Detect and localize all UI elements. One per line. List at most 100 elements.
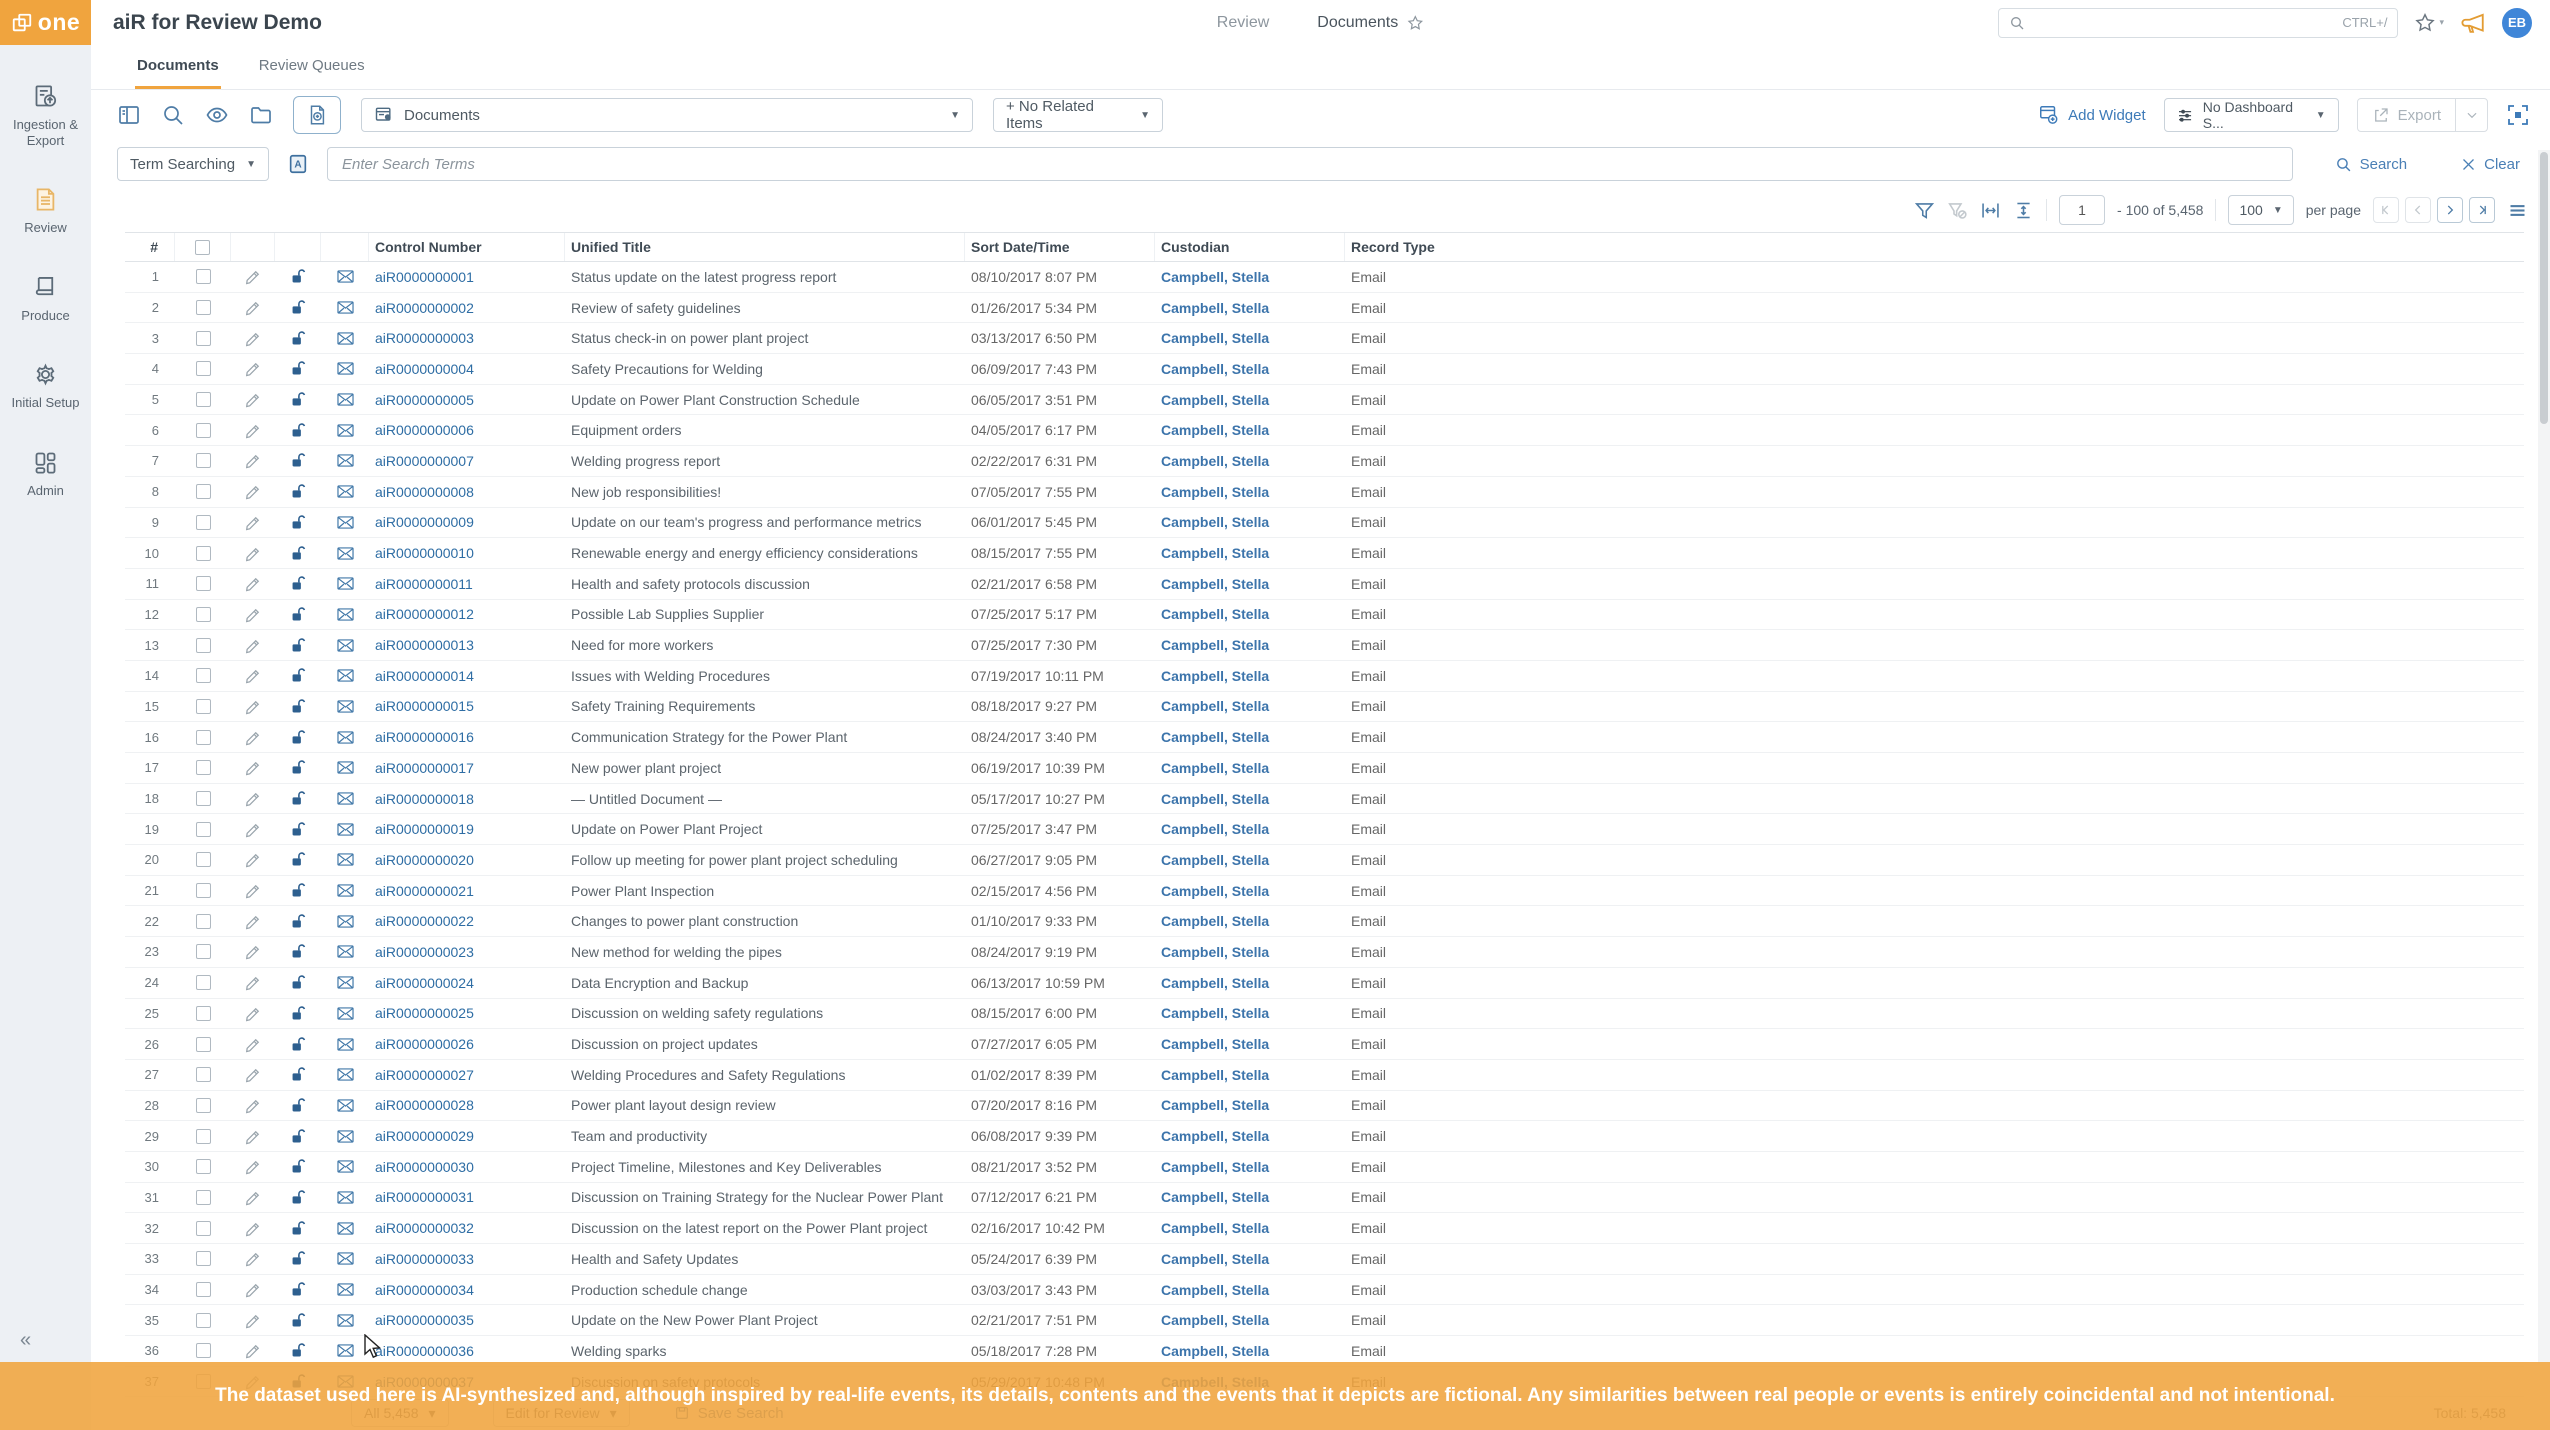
- edit-icon[interactable]: [244, 912, 263, 931]
- table-row[interactable]: 17 aiR0000000017 New power plant project…: [125, 753, 2524, 784]
- unlock-icon[interactable]: [289, 636, 308, 655]
- unlock-icon[interactable]: [289, 1188, 308, 1207]
- unlock-icon[interactable]: [289, 421, 308, 440]
- row-checkbox[interactable]: [196, 699, 211, 714]
- collapse-sidebar-button[interactable]: «: [0, 1329, 91, 1352]
- custodian-cell[interactable]: Campbell, Stella: [1155, 1005, 1345, 1021]
- control-number-link[interactable]: aiR0000000010: [375, 545, 474, 561]
- control-number-link[interactable]: aiR0000000033: [375, 1251, 474, 1267]
- edit-icon[interactable]: [244, 1249, 263, 1268]
- custodian-cell[interactable]: Campbell, Stella: [1155, 698, 1345, 714]
- custodian-cell[interactable]: Campbell, Stella: [1155, 791, 1345, 807]
- row-checkbox[interactable]: [196, 883, 211, 898]
- custodian-cell[interactable]: Campbell, Stella: [1155, 821, 1345, 837]
- unlock-icon[interactable]: [289, 820, 308, 839]
- unlock-icon[interactable]: [289, 1249, 308, 1268]
- custodian-cell[interactable]: Campbell, Stella: [1155, 1189, 1345, 1205]
- custodian-cell[interactable]: Campbell, Stella: [1155, 1159, 1345, 1175]
- preview-eye-icon[interactable]: [205, 103, 229, 127]
- row-checkbox[interactable]: [196, 1343, 211, 1358]
- table-row[interactable]: 28 aiR0000000028 Power plant layout desi…: [125, 1091, 2524, 1122]
- search-terms-input[interactable]: [327, 147, 2293, 181]
- table-row[interactable]: 25 aiR0000000025 Discussion on welding s…: [125, 999, 2524, 1030]
- control-number-link[interactable]: aiR0000000003: [375, 330, 474, 346]
- table-row[interactable]: 24 aiR0000000024 Data Encryption and Bac…: [125, 968, 2524, 999]
- row-checkbox[interactable]: [196, 638, 211, 653]
- control-number-link[interactable]: aiR0000000018: [375, 791, 474, 807]
- table-row[interactable]: 22 aiR0000000022 Changes to power plant …: [125, 906, 2524, 937]
- control-number-link[interactable]: aiR0000000017: [375, 760, 474, 776]
- control-number-link[interactable]: aiR0000000021: [375, 883, 474, 899]
- row-checkbox[interactable]: [196, 1190, 211, 1205]
- edit-icon[interactable]: [244, 973, 263, 992]
- unlock-icon[interactable]: [289, 298, 308, 317]
- table-row[interactable]: 11 aiR0000000011 Health and safety proto…: [125, 569, 2524, 600]
- control-number-link[interactable]: aiR0000000035: [375, 1312, 474, 1328]
- row-checkbox[interactable]: [196, 760, 211, 775]
- unlock-icon[interactable]: [289, 1035, 308, 1054]
- filter-off-icon[interactable]: [1947, 200, 1968, 221]
- custodian-cell[interactable]: Campbell, Stella: [1155, 668, 1345, 684]
- edit-icon[interactable]: [244, 451, 263, 470]
- custodian-cell[interactable]: Campbell, Stella: [1155, 576, 1345, 592]
- table-row[interactable]: 35 aiR0000000035 Update on the New Power…: [125, 1305, 2524, 1336]
- row-checkbox[interactable]: [196, 1098, 211, 1113]
- unlock-icon[interactable]: [289, 728, 308, 747]
- table-row[interactable]: 8 aiR0000000008 New job responsibilities…: [125, 477, 2524, 508]
- select-all-checkbox[interactable]: [195, 240, 210, 255]
- custodian-cell[interactable]: Campbell, Stella: [1155, 514, 1345, 530]
- unlock-icon[interactable]: [289, 942, 308, 961]
- table-row[interactable]: 20 aiR0000000020 Follow up meeting for p…: [125, 845, 2524, 876]
- control-number-link[interactable]: aiR0000000025: [375, 1005, 474, 1021]
- header-control-number[interactable]: Control Number: [369, 233, 565, 261]
- unlock-icon[interactable]: [289, 881, 308, 900]
- row-checkbox[interactable]: [196, 1282, 211, 1297]
- edit-icon[interactable]: [244, 1219, 263, 1238]
- row-checkbox[interactable]: [196, 822, 211, 837]
- unlock-icon[interactable]: [289, 789, 308, 808]
- table-row[interactable]: 2 aiR0000000002 Review of safety guideli…: [125, 293, 2524, 324]
- control-number-link[interactable]: aiR0000000028: [375, 1097, 474, 1113]
- control-number-link[interactable]: aiR0000000019: [375, 821, 474, 837]
- header-custodian[interactable]: Custodian: [1155, 233, 1345, 261]
- custodian-cell[interactable]: Campbell, Stella: [1155, 453, 1345, 469]
- sidebar-item-admin[interactable]: Admin: [0, 449, 91, 499]
- filter-icon[interactable]: [1914, 200, 1935, 221]
- expand-view-icon[interactable]: [2506, 103, 2530, 127]
- custodian-cell[interactable]: Campbell, Stella: [1155, 1282, 1345, 1298]
- sidebar-item-review[interactable]: Review: [0, 186, 91, 236]
- custodian-cell[interactable]: Campbell, Stella: [1155, 1036, 1345, 1052]
- control-number-link[interactable]: aiR0000000020: [375, 852, 474, 868]
- row-checkbox[interactable]: [196, 852, 211, 867]
- row-checkbox[interactable]: [196, 453, 211, 468]
- table-row[interactable]: 18 aiR0000000018 — Untitled Document — 0…: [125, 784, 2524, 815]
- panel-layout-icon[interactable]: [117, 103, 141, 127]
- sidebar-item-initial-setup[interactable]: Initial Setup: [0, 361, 91, 411]
- tab-review-queues[interactable]: Review Queues: [257, 45, 367, 89]
- control-number-link[interactable]: aiR0000000024: [375, 975, 474, 991]
- brand-logo[interactable]: one: [0, 0, 91, 45]
- custodian-cell[interactable]: Campbell, Stella: [1155, 637, 1345, 653]
- dashboard-select[interactable]: No Dashboard S... ▼: [2164, 98, 2339, 132]
- row-checkbox[interactable]: [196, 331, 211, 346]
- edit-icon[interactable]: [244, 298, 263, 317]
- control-number-link[interactable]: aiR0000000034: [375, 1282, 474, 1298]
- table-row[interactable]: 19 aiR0000000019 Update on Power Plant P…: [125, 814, 2524, 845]
- data-source-select[interactable]: Documents ▼: [361, 98, 973, 132]
- table-row[interactable]: 10 aiR0000000010 Renewable energy and en…: [125, 538, 2524, 569]
- edit-icon[interactable]: [244, 942, 263, 961]
- custodian-cell[interactable]: Campbell, Stella: [1155, 913, 1345, 929]
- avatar[interactable]: EB: [2502, 8, 2532, 38]
- control-number-link[interactable]: aiR0000000032: [375, 1220, 474, 1236]
- control-number-link[interactable]: aiR0000000031: [375, 1189, 474, 1205]
- table-row[interactable]: 33 aiR0000000033 Health and Safety Updat…: [125, 1244, 2524, 1275]
- custodian-cell[interactable]: Campbell, Stella: [1155, 606, 1345, 622]
- custodian-cell[interactable]: Campbell, Stella: [1155, 300, 1345, 316]
- table-row[interactable]: 23 aiR0000000023 New method for welding …: [125, 937, 2524, 968]
- edit-icon[interactable]: [244, 820, 263, 839]
- add-widget-button[interactable]: Add Widget: [2038, 104, 2146, 126]
- table-row[interactable]: 32 aiR0000000032 Discussion on the lates…: [125, 1213, 2524, 1244]
- table-row[interactable]: 7 aiR0000000007 Welding progress report …: [125, 446, 2524, 477]
- table-row[interactable]: 9 aiR0000000009 Update on our team's pro…: [125, 508, 2524, 539]
- unlock-icon[interactable]: [289, 1341, 308, 1360]
